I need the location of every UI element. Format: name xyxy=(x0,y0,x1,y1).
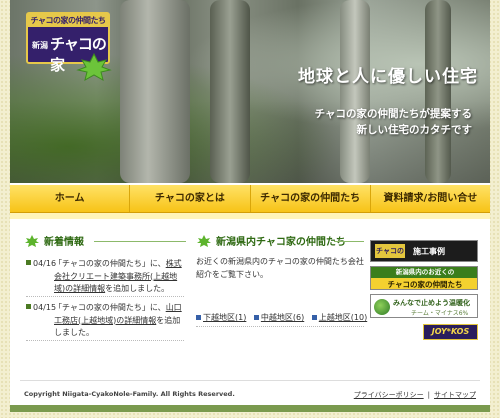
members-title-rule xyxy=(334,241,364,242)
banner-logo: チャコの家 xyxy=(375,244,405,258)
hero-subline-2: 新しい住宅のカタチです xyxy=(356,124,473,136)
joykos-banner[interactable]: JOY*KOS xyxy=(423,324,478,340)
banner-top-text: 新潟県内のお近くの xyxy=(371,267,477,278)
members-divider xyxy=(196,326,364,327)
news-text: 「チャコの家の仲間たち」に、 xyxy=(54,303,166,312)
news-body: 「チャコの家の仲間たち」に、株式会社クリエート建築事務所(上越地域)の詳細情報を… xyxy=(54,258,184,296)
hero-banner: チャコの家の仲間たち 新潟 チャコの家 地球と人に優しい住宅 チャコの家の仲間た… xyxy=(10,0,490,183)
news-item: 04/16 「チャコの家の仲間たち」に、株式会社クリエート建築事務所(上越地域)… xyxy=(26,258,186,294)
nav-about[interactable]: チャコの家とは xyxy=(130,185,251,212)
nav-members[interactable]: チャコの家の仲間たち xyxy=(251,185,371,212)
sitemap-link[interactable]: サイトマップ xyxy=(434,391,476,399)
site-logo[interactable]: チャコの家の仲間たち 新潟 チャコの家 xyxy=(26,12,112,81)
tree-trunk-graphic xyxy=(210,0,250,183)
eco-campaign-banner[interactable]: みんなで止めよう温暖化 チーム・マイナス6% xyxy=(370,294,478,318)
nav-contact[interactable]: 資料請求/お問い合せ xyxy=(371,185,490,212)
news-text: を追加しました。 xyxy=(105,284,170,293)
case-studies-banner[interactable]: チャコの家 施工事例 xyxy=(370,240,478,262)
tree-trunk-graphic xyxy=(340,0,370,183)
page: チャコの家の仲間たち 新潟 チャコの家 地球と人に優しい住宅 チャコの家の仲間た… xyxy=(10,0,490,412)
tree-trunk-graphic xyxy=(425,0,451,183)
banner-bottom-text: チャコの家の仲間たち xyxy=(387,280,463,289)
members-title: 新潟県内チャコ家の仲間たち xyxy=(216,237,346,248)
news-body: 「チャコの家の仲間たち」に、山口工務店(上越地域)の詳細情報を追加しました。 xyxy=(54,302,184,340)
joykos-logo-text: JOY*KOS xyxy=(431,327,470,336)
news-heading: 新着情報 xyxy=(24,233,84,248)
logo-region: 新潟 xyxy=(32,41,48,50)
news-text: 「チャコの家の仲間たち」に、 xyxy=(54,259,166,268)
hero-subline: チャコの家の仲間たちが提案する 新しい住宅のカタチです xyxy=(315,106,472,138)
region-links: 下越地区(1) 中越地区(6) 上越地区(10) xyxy=(196,312,372,323)
region-link-chuetsu[interactable]: 中越地区(6) xyxy=(254,313,304,322)
leaf-icon xyxy=(197,234,211,247)
globe-icon xyxy=(374,299,390,315)
news-title: 新着情報 xyxy=(44,237,84,248)
banner-title: みんなで止めよう温暖化 xyxy=(393,299,470,307)
footer-bar xyxy=(10,405,490,412)
news-item: 04/15 「チャコの家の仲間たち」に、山口工務店(上越地域)の詳細情報を追加し… xyxy=(26,302,186,338)
banner-label: 施工事例 xyxy=(413,247,445,256)
news-date: 04/16 xyxy=(26,258,56,271)
nearby-members-banner[interactable]: 新潟県内のお近くの チャコの家の仲間たち xyxy=(370,266,478,290)
main-nav: ホーム チャコの家とは チャコの家の仲間たち 資料請求/お問い合せ xyxy=(10,185,490,213)
region-link-joetsu[interactable]: 上越地区(10) xyxy=(312,313,367,322)
region-link-kaetsu[interactable]: 下越地区(1) xyxy=(196,313,246,322)
copyright-text: Copyright Niigata-CyakoNole-Family. All … xyxy=(24,390,235,398)
news-date: 04/15 xyxy=(26,302,56,315)
hero-subline-1: チャコの家の仲間たちが提案する xyxy=(314,108,472,120)
tree-trunk-graphic xyxy=(120,0,190,183)
members-intro: お近くの新潟県内のチャコの家の仲間たち会社紹介をご覧下さい。 xyxy=(196,257,364,279)
logo-tagline: チャコの家の仲間たち xyxy=(28,14,108,27)
news-divider xyxy=(26,340,184,341)
footer-rule xyxy=(20,380,480,381)
privacy-policy-link[interactable]: プライバシーポリシー xyxy=(354,391,424,399)
hero-headline: 地球と人に優しい住宅 xyxy=(298,67,478,87)
members-heading: 新潟県内チャコ家の仲間たち xyxy=(196,233,346,248)
news-divider xyxy=(26,296,184,297)
footer-links: プライバシーポリシー | サイトマップ xyxy=(354,390,476,400)
banner-subtitle: チーム・マイナス6% xyxy=(411,310,469,317)
footer-separator: | xyxy=(427,391,430,399)
maple-leaf-icon xyxy=(76,52,112,81)
news-title-rule xyxy=(94,241,186,242)
nav-underline-strip xyxy=(10,213,490,219)
nav-home[interactable]: ホーム xyxy=(10,185,131,212)
leaf-icon xyxy=(25,234,39,247)
